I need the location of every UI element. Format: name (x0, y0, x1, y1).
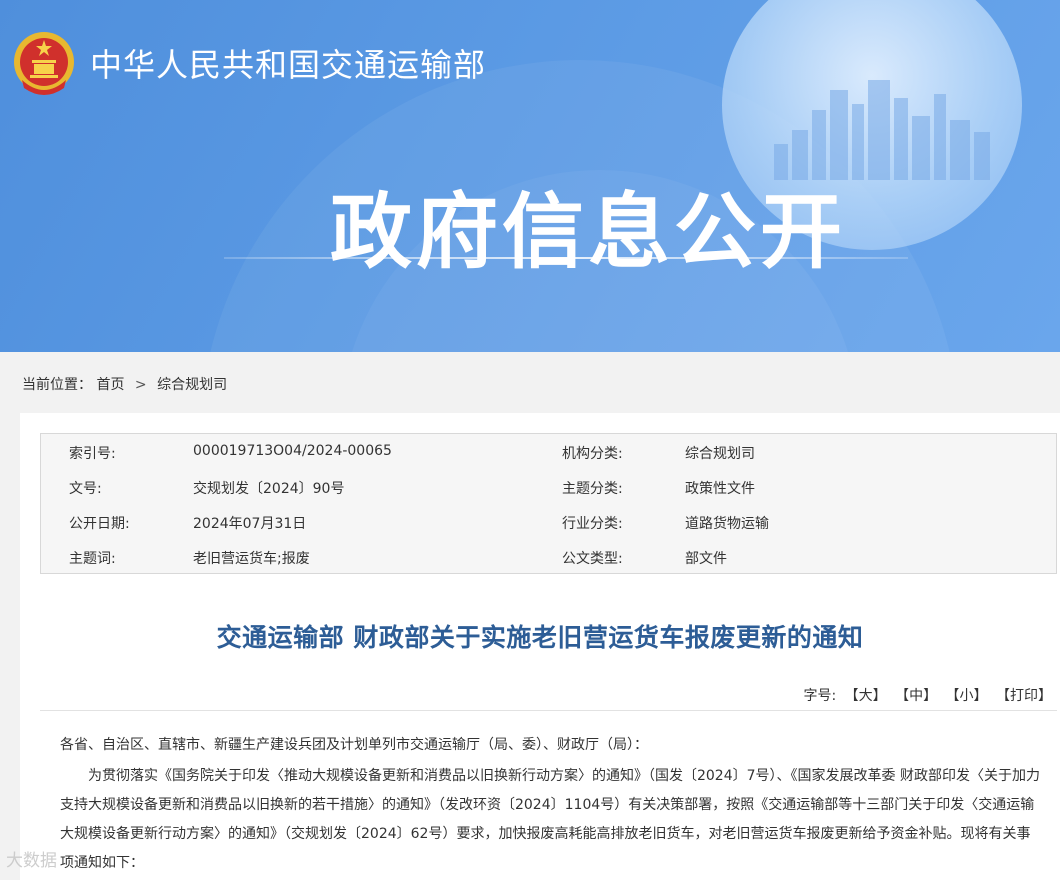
metadata-row: 公开日期: 2024年07月31日 行业分类: 道路货物运输 (41, 504, 1056, 539)
watermark: 大数据 (6, 851, 57, 871)
metadata-row: 文号: 交规划发〔2024〕90号 主题分类: 政策性文件 (41, 469, 1056, 504)
metadata-label: 主题分类: (562, 481, 623, 497)
metadata-value: 政策性文件 (685, 481, 755, 497)
metadata-label: 公开日期: (69, 516, 130, 532)
font-medium-button[interactable]: 【中】 (895, 688, 937, 704)
metadata-value: 道路货物运输 (685, 516, 769, 532)
font-small-button[interactable]: 【小】 (946, 688, 988, 704)
ministry-name: 中华人民共和国交通运输部 (90, 46, 487, 84)
breadcrumb-department-link[interactable]: 综合规划司 (157, 377, 227, 393)
breadcrumb-separator: > (134, 377, 147, 393)
metadata-value: 000019713O04/2024-00065 (193, 443, 392, 459)
metadata-row: 索引号: 000019713O04/2024-00065 机构分类: 综合规划司 (41, 434, 1056, 469)
metadata-value: 部文件 (685, 551, 727, 567)
document-body: 各省、自治区、直辖市、新疆生产建设兵团及计划单列市交通运输厅（局、委）、财政厅（… (60, 731, 1040, 878)
metadata-value: 综合规划司 (685, 446, 755, 462)
font-size-controls: 字号: 【大】 【中】 【小】 【打印】 (799, 685, 1052, 705)
print-button[interactable]: 【打印】 (996, 688, 1052, 704)
banner: 中华人民共和国交通运输部 政府信息公开 (0, 0, 1060, 352)
salutation: 各省、自治区、直辖市、新疆生产建设兵团及计划单列市交通运输厅（局、委）、财政厅（… (60, 737, 648, 753)
metadata-label: 公文类型: (562, 551, 623, 567)
metadata-value: 2024年07月31日 (193, 516, 307, 532)
metadata-label: 文号: (69, 481, 102, 497)
city-skyline-icon (774, 80, 990, 180)
banner-underline (224, 257, 908, 259)
document-metadata-table: 索引号: 000019713O04/2024-00065 机构分类: 综合规划司… (40, 433, 1057, 574)
breadcrumb-prefix: 当前位置： (22, 377, 92, 393)
content-panel: 索引号: 000019713O04/2024-00065 机构分类: 综合规划司… (20, 413, 1060, 880)
metadata-value: 老旧营运货车;报废 (193, 551, 310, 567)
font-size-label: 字号: (803, 688, 837, 704)
metadata-label: 主题词: (69, 551, 116, 567)
document-title: 交通运输部 财政部关于实施老旧营运货车报废更新的通知 (216, 623, 864, 652)
breadcrumb-home-link[interactable]: 首页 (96, 377, 124, 393)
metadata-value: 交规划发〔2024〕90号 (193, 481, 345, 497)
metadata-label: 机构分类: (562, 446, 623, 462)
metadata-row: 主题词: 老旧营运货车;报废 公文类型: 部文件 (41, 539, 1056, 574)
divider (40, 710, 1057, 711)
metadata-label: 行业分类: (562, 516, 623, 532)
breadcrumb: 当前位置： 首页 > 综合规划司 (22, 374, 227, 394)
banner-title: 政府信息公开 (330, 185, 847, 280)
national-emblem-icon (14, 32, 74, 95)
metadata-label: 索引号: (69, 446, 116, 462)
body-paragraph: 为贯彻落实《国务院关于印发〈推动大规模设备更新和消费品以旧换新行动方案〉的通知》… (60, 768, 1040, 871)
font-large-button[interactable]: 【大】 (845, 688, 887, 704)
